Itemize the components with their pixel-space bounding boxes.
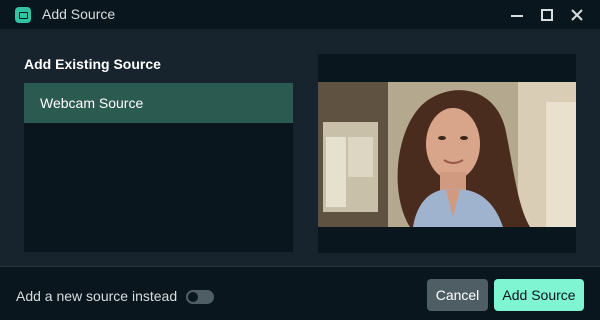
maximize-button[interactable] <box>533 0 561 29</box>
cancel-button[interactable]: Cancel <box>427 279 488 311</box>
close-icon <box>571 8 583 21</box>
window-title: Add Source <box>42 6 116 22</box>
add-source-button[interactable]: Add Source <box>494 279 584 311</box>
source-preview <box>318 54 576 253</box>
list-item-webcam-source[interactable]: Webcam Source <box>24 83 293 123</box>
new-source-toggle-label: Add a new source instead <box>16 288 178 304</box>
existing-sources-list: Webcam Source <box>24 83 293 252</box>
webcam-preview-illustration <box>318 82 576 227</box>
toggle-knob <box>188 292 198 302</box>
webcam-preview-image <box>318 82 576 227</box>
new-source-toggle[interactable] <box>186 290 214 304</box>
app-icon <box>15 7 31 23</box>
close-button[interactable] <box>563 0 591 29</box>
minimize-button[interactable] <box>503 0 531 29</box>
dialog-footer: Add a new source instead Cancel Add Sour… <box>0 266 600 320</box>
minimize-icon <box>511 14 523 17</box>
existing-sources-heading: Add Existing Source <box>24 56 161 72</box>
maximize-icon <box>541 8 553 21</box>
add-source-dialog: Add Source Add Existing Source Webcam So… <box>0 0 600 320</box>
list-item-label: Webcam Source <box>40 95 144 111</box>
title-bar[interactable]: Add Source <box>0 0 600 29</box>
